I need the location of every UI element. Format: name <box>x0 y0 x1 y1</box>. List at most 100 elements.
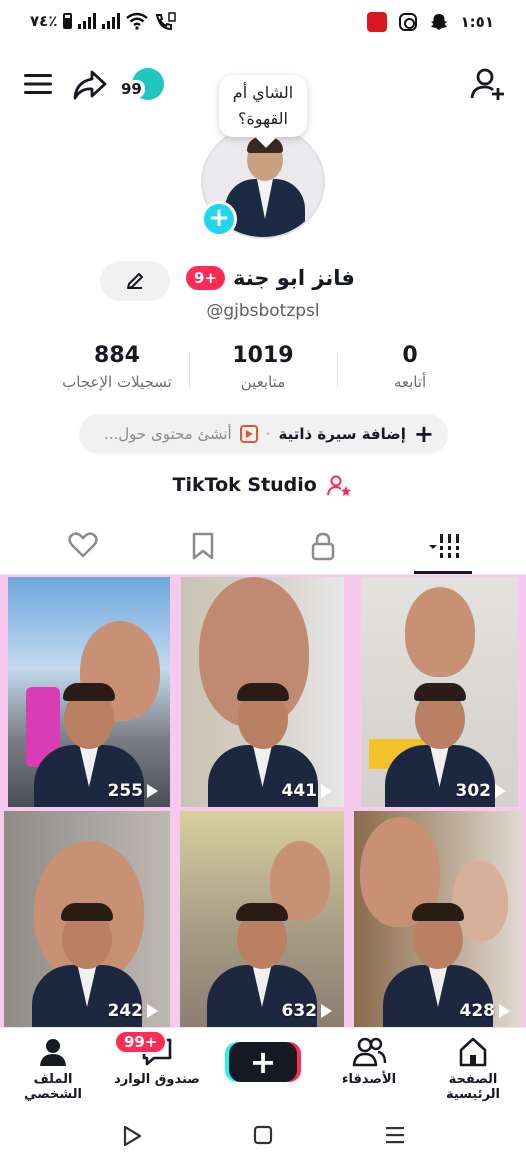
bookmark-icon <box>192 532 214 560</box>
nav-home-label: الصفحة الرئيسية <box>445 1072 501 1102</box>
play-icon <box>147 1004 158 1018</box>
thumb-hair <box>412 903 464 921</box>
stat-likes[interactable]: 884 تسجيلات الإعجاب <box>37 342 197 394</box>
view-count-value: 428 <box>459 1001 496 1021</box>
signal-icon <box>78 13 97 29</box>
bio-hint: أنشئ محتوى حول... <box>103 425 232 443</box>
status-left: ٧٤٪ <box>30 12 177 30</box>
wifi-icon <box>126 12 149 30</box>
thumb-hair <box>236 903 288 921</box>
thumb-face <box>405 587 475 677</box>
note-bubble[interactable]: الشاي أم القهوة؟ <box>219 75 307 137</box>
bottom-nav: الملف الشخصي صندوق الوارد 99+ + الأصدقاء… <box>0 1027 526 1105</box>
video-grid: 255 441 302 242 632 428 <box>0 575 526 1027</box>
view-count: 242 <box>108 1001 158 1021</box>
nav-profile-label: الملف الشخصي <box>24 1072 82 1102</box>
battery-percent: ٧٤٪ <box>30 12 58 30</box>
video-thumbnail[interactable]: 255 <box>8 577 170 807</box>
notification-indicator[interactable]: 99 <box>118 68 166 104</box>
triangle-back-icon <box>123 1125 142 1147</box>
view-count-value: 302 <box>455 781 492 801</box>
nav-friends[interactable]: الأصدقاء <box>319 1036 419 1087</box>
battery-icon <box>63 13 73 29</box>
system-home-button[interactable] <box>253 1125 273 1149</box>
video-thumbnail[interactable]: 302 <box>361 577 518 807</box>
menu-button[interactable] <box>22 70 54 98</box>
tab-favorites[interactable] <box>173 526 233 566</box>
nav-inbox-label: صندوق الوارد <box>114 1072 200 1087</box>
play-icon <box>147 784 158 798</box>
share-profile-button[interactable] <box>72 68 108 102</box>
video-thumbnail[interactable]: 242 <box>4 811 170 1027</box>
note-line-2: القهوة؟ <box>238 109 288 128</box>
inbox-badge: 99+ <box>114 1030 168 1054</box>
view-count: 255 <box>107 781 158 801</box>
system-back-button[interactable] <box>122 1125 142 1151</box>
play-icon <box>321 1004 332 1018</box>
bio-separator: · <box>265 425 271 443</box>
tab-private[interactable] <box>293 526 353 566</box>
video-thumbnail[interactable]: 428 <box>354 811 522 1027</box>
home-icon <box>459 1037 487 1067</box>
stat-likes-value: 884 <box>94 343 140 368</box>
add-user-icon <box>470 68 504 100</box>
profile-icon <box>40 1039 66 1066</box>
nav-profile[interactable]: الملف الشخصي <box>3 1036 103 1102</box>
add-friend-button[interactable] <box>470 66 506 102</box>
share-arrow-icon <box>73 70 107 100</box>
square-home-icon <box>253 1125 273 1145</box>
signal-icon-2 <box>102 13 121 29</box>
note-line-1: الشاي أم <box>232 83 294 102</box>
status-right: ١:٥١ <box>366 12 494 32</box>
view-count-value: 441 <box>281 781 318 801</box>
add-photo-button[interactable]: + <box>201 201 237 237</box>
system-nav-bar <box>0 1105 526 1169</box>
display-name: فانز ابو جنة <box>233 266 355 290</box>
stat-following-value: 0 <box>402 343 418 368</box>
tiktok-studio-link[interactable]: TikTok Studio <box>0 474 526 497</box>
video-grid-icon <box>429 534 459 558</box>
view-count: 428 <box>459 1001 510 1021</box>
video-thumbnail[interactable]: 632 <box>180 811 344 1027</box>
create-video-button[interactable]: + <box>229 1042 297 1082</box>
thumb-hair <box>413 683 466 701</box>
plus-icon: + <box>413 420 434 448</box>
stat-followers-value: 1019 <box>232 343 294 368</box>
view-count-value: 255 <box>107 781 144 801</box>
video-thumbnail[interactable]: 441 <box>181 577 344 807</box>
recents-lines-icon <box>386 1127 404 1144</box>
wifi-call-icon <box>156 12 177 30</box>
edit-profile-button[interactable] <box>100 261 170 301</box>
notification-count: 99 <box>118 80 145 98</box>
lock-icon <box>311 532 335 561</box>
name-badge[interactable]: 9+ <box>186 266 226 290</box>
thumb-hair <box>63 683 115 701</box>
heart-icon <box>68 532 98 558</box>
studio-user-star-icon <box>327 475 352 496</box>
tab-videos[interactable] <box>412 526 472 566</box>
nav-home[interactable]: الصفحة الرئيسية <box>423 1036 523 1102</box>
pencil-icon <box>127 273 143 289</box>
stat-followers[interactable]: 1019 متابعين <box>183 342 343 394</box>
tab-liked[interactable] <box>53 526 113 566</box>
stat-following[interactable]: 0 أتابعه <box>330 342 490 394</box>
hamburger-icon <box>24 74 52 94</box>
stat-followers-label: متابعين <box>240 373 286 391</box>
view-count: 302 <box>455 781 506 801</box>
add-bio-label: إضافة سيرة ذاتية <box>278 425 406 443</box>
snapchat-icon <box>430 14 447 30</box>
view-count: 441 <box>281 781 332 801</box>
status-bar: ٧٤٪ ١:٥١ <box>0 0 526 46</box>
thumb-hair <box>61 903 113 921</box>
stat-following-label: أتابعه <box>393 373 427 391</box>
system-recents-button[interactable] <box>384 1125 406 1149</box>
username: @gjbsbotzpsl <box>206 301 320 321</box>
add-bio-button[interactable]: + إضافة سيرة ذاتية · أنشئ محتوى حول... <box>79 414 448 454</box>
play-icon <box>499 1004 510 1018</box>
studio-label: TikTok Studio <box>172 474 317 496</box>
name-row: 9+ فانز ابو جنة <box>186 266 355 290</box>
view-count: 632 <box>281 1001 332 1021</box>
view-count-value: 632 <box>281 1001 318 1021</box>
news-app-icon <box>366 12 387 32</box>
instagram-icon <box>398 13 417 31</box>
